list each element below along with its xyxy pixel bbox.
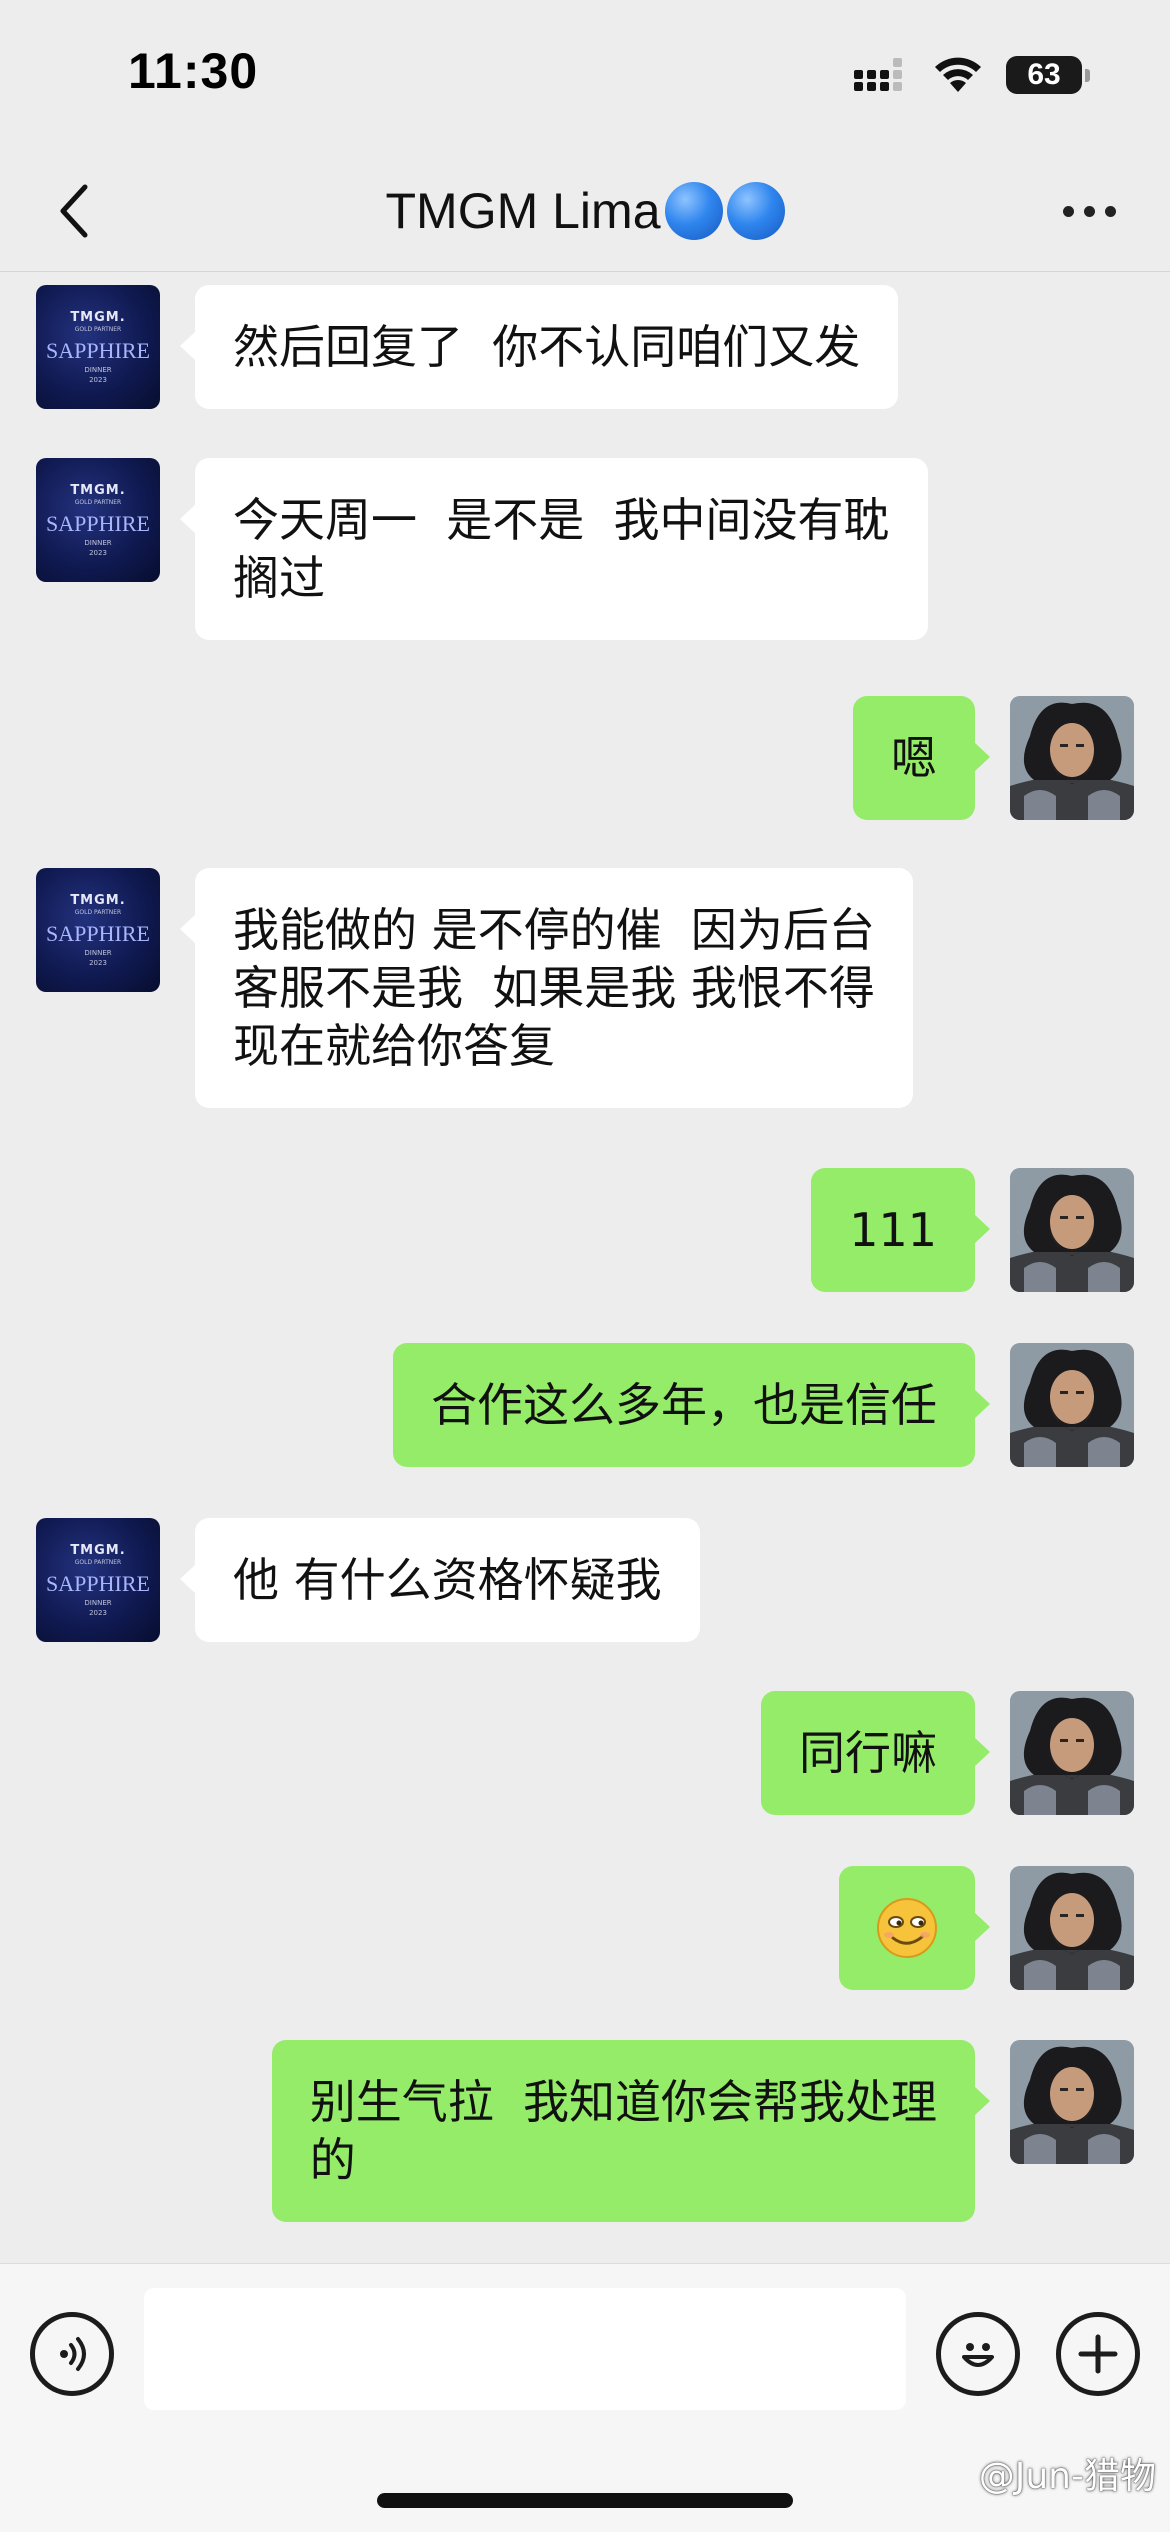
warrior-avatar-image bbox=[1010, 1866, 1134, 1990]
message-input[interactable] bbox=[144, 2288, 906, 2410]
cellular-signal-icon bbox=[854, 58, 902, 91]
avatar-tagline-text: GOLD PARTNER bbox=[74, 1559, 122, 1566]
warrior-avatar-image bbox=[1010, 2040, 1134, 2164]
message-bubble-outgoing[interactable]: 同行嘛 bbox=[761, 1691, 990, 1815]
avatar-brand-text: TMGM. bbox=[70, 483, 126, 498]
avatar-name-text: SAPPHIRE bbox=[46, 1571, 150, 1596]
more-dot bbox=[1083, 205, 1095, 217]
avatar-name-text: SAPPHIRE bbox=[46, 338, 150, 363]
message-bubble-incoming[interactable]: 他 有什么资格怀疑我 bbox=[180, 1518, 700, 1642]
warrior-avatar-image bbox=[1010, 696, 1134, 820]
my-avatar[interactable] bbox=[1010, 1168, 1134, 1292]
message-bubble-incoming[interactable]: 我能做的 是不停的催 因为后台 客服不是我 如果是我 我恨不得 现在就给你答复 bbox=[180, 868, 913, 1108]
voice-icon bbox=[60, 2337, 86, 2371]
status-time: 11:30 bbox=[128, 43, 259, 99]
avatar-event-text: DINNER bbox=[84, 949, 112, 957]
message-bubble-outgoing[interactable] bbox=[839, 1866, 990, 1990]
chevron-left-icon bbox=[60, 184, 88, 238]
avatar-tagline-text: GOLD PARTNER bbox=[74, 909, 122, 916]
emoji-button[interactable] bbox=[936, 2312, 1020, 2396]
contact-avatar[interactable]: TMGM. GOLD PARTNER SAPPHIRE DINNER 2023 bbox=[36, 868, 160, 992]
avatar-tagline-text: GOLD PARTNER bbox=[74, 499, 122, 506]
watermark-text: @Jun-猎物 bbox=[978, 2456, 1156, 2497]
more-dot bbox=[1104, 205, 1116, 217]
avatar-year-text: 2023 bbox=[89, 1609, 107, 1617]
avatar-year-text: 2023 bbox=[89, 549, 107, 557]
more-dot bbox=[1062, 205, 1074, 217]
warrior-avatar-image bbox=[1010, 1691, 1134, 1815]
wifi-icon bbox=[935, 57, 981, 92]
battery-tip bbox=[1085, 68, 1090, 82]
avatar-tagline-text: GOLD PARTNER bbox=[74, 326, 122, 333]
voice-button[interactable] bbox=[30, 2312, 114, 2396]
status-bar: 11:30 63 bbox=[0, 0, 1170, 150]
avatar-name-text: SAPPHIRE bbox=[46, 921, 150, 946]
avatar-brand-text: TMGM. bbox=[70, 893, 126, 908]
chat-title: TMGM Lima bbox=[385, 183, 661, 239]
my-avatar[interactable] bbox=[1010, 696, 1134, 820]
warrior-avatar-image bbox=[1010, 1343, 1134, 1467]
blue-circle-emoji bbox=[664, 182, 723, 240]
avatar-event-text: DINNER bbox=[84, 366, 112, 374]
avatar-event-text: DINNER bbox=[84, 539, 112, 547]
message-bubble-incoming[interactable]: 然后回复了 你不认同咱们又发 bbox=[179, 285, 899, 409]
contact-avatar[interactable]: TMGM. GOLD PARTNER SAPPHIRE DINNER 2023 bbox=[36, 458, 160, 582]
avatar-name-text: SAPPHIRE bbox=[46, 511, 150, 536]
message-bubble-outgoing[interactable]: 111 bbox=[811, 1168, 990, 1292]
my-avatar[interactable] bbox=[1010, 1866, 1134, 1990]
avatar-year-text: 2023 bbox=[89, 959, 107, 967]
battery-level: 63 bbox=[1006, 56, 1082, 94]
message-bubble-outgoing[interactable]: 别生气拉 我知道你会帮我处理 的 bbox=[271, 2040, 991, 2222]
smirk-emoji bbox=[877, 1898, 937, 1958]
home-indicator[interactable] bbox=[377, 2493, 793, 2508]
nav-title-wrap: TMGM Lima bbox=[0, 150, 1170, 272]
chat-message-list[interactable]: TMGM. GOLD PARTNER SAPPHIRE DINNER 2023 … bbox=[0, 273, 1170, 2263]
avatar-year-text: 2023 bbox=[89, 376, 107, 384]
blue-circle-emoji bbox=[726, 182, 785, 240]
back-button[interactable] bbox=[40, 176, 110, 246]
nav-bar: TMGM Lima bbox=[0, 150, 1170, 272]
emoji-face-icon bbox=[962, 2343, 994, 2367]
battery-icon: 63 bbox=[1006, 56, 1090, 94]
input-bar: @Jun-猎物 bbox=[0, 2263, 1170, 2532]
my-avatar[interactable] bbox=[1010, 1691, 1134, 1815]
plus-icon bbox=[1078, 2334, 1118, 2374]
contact-avatar[interactable]: TMGM. GOLD PARTNER SAPPHIRE DINNER 2023 bbox=[36, 1518, 160, 1642]
plus-button[interactable] bbox=[1056, 2312, 1140, 2396]
warrior-avatar-image bbox=[1010, 1168, 1134, 1292]
avatar-brand-text: TMGM. bbox=[70, 310, 126, 325]
avatar-event-text: DINNER bbox=[84, 1599, 112, 1607]
chat-screen: 11:30 63 TMGM Lima TMGM. GOLD PARTNER SA… bbox=[0, 0, 1170, 2532]
my-avatar[interactable] bbox=[1010, 1343, 1134, 1467]
contact-avatar[interactable]: TMGM. GOLD PARTNER SAPPHIRE DINNER 2023 bbox=[36, 285, 160, 409]
avatar-brand-text: TMGM. bbox=[70, 1543, 126, 1558]
status-icons: 63 bbox=[854, 56, 1090, 94]
message-bubble-outgoing[interactable]: 嗯 bbox=[853, 696, 990, 820]
message-bubble-outgoing[interactable]: 合作这么多年，也是信任 bbox=[393, 1343, 990, 1467]
my-avatar[interactable] bbox=[1010, 2040, 1134, 2164]
message-bubble-incoming[interactable]: 今天周一 是不是 我中间没有耽 搁过 bbox=[180, 458, 928, 640]
more-button[interactable] bbox=[1044, 176, 1134, 246]
